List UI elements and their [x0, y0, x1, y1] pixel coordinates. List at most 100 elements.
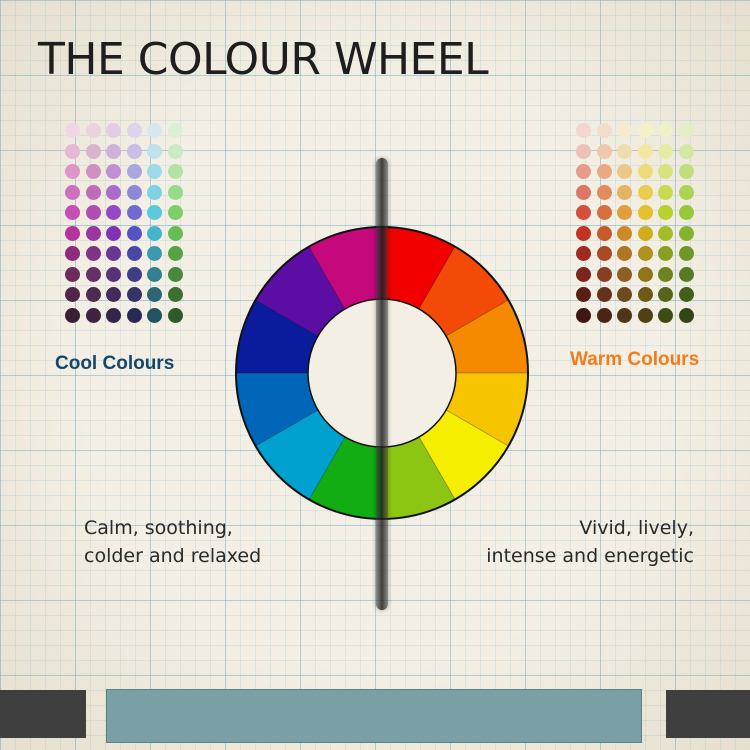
cool-swatch: [126, 225, 142, 241]
cool-swatch: [126, 307, 142, 323]
warm-swatch: [596, 287, 612, 302]
warm-swatch: [637, 143, 653, 159]
warm-swatch: [617, 225, 632, 241]
warm-swatch: [658, 184, 673, 200]
cool-swatch: [167, 123, 183, 138]
warm-swatch: [658, 246, 673, 261]
warm-swatch: [596, 225, 612, 241]
warm-cool-divider: [376, 158, 388, 610]
warm-swatch: [617, 164, 632, 179]
warm-swatch: [678, 205, 694, 220]
cool-swatch: [126, 205, 142, 220]
cool-swatch: [126, 164, 142, 179]
cool-swatch: [147, 225, 162, 241]
cool-swatch: [106, 184, 121, 200]
cool-swatch: [167, 225, 183, 241]
cool-swatch: [65, 266, 80, 282]
warm-swatch: [617, 307, 632, 323]
cool-swatch: [167, 184, 183, 200]
cool-swatch: [106, 123, 121, 138]
cool-swatch: [85, 246, 101, 261]
warm-swatch: [617, 143, 632, 159]
warm-description-line2: intense and energetic: [486, 545, 694, 567]
cool-swatch: [85, 307, 101, 323]
cool-swatch: [167, 287, 183, 302]
warm-swatch: [596, 184, 612, 200]
cool-swatch: [85, 287, 101, 302]
cool-swatch: [65, 307, 80, 323]
warm-swatch: [576, 225, 591, 241]
cool-swatch: [126, 287, 142, 302]
warm-swatch: [596, 143, 612, 159]
cool-swatch: [65, 164, 80, 179]
footer-bar-right: [666, 690, 750, 738]
cool-swatch: [147, 184, 162, 200]
cool-swatch: [147, 246, 162, 261]
warm-swatch: [576, 143, 591, 159]
warm-swatch: [596, 164, 612, 179]
warm-swatch: [658, 266, 673, 282]
warm-swatch: [637, 246, 653, 261]
cool-swatch: [85, 143, 101, 159]
warm-swatch: [576, 205, 591, 220]
warm-swatch: [658, 164, 673, 179]
cool-swatch: [106, 143, 121, 159]
warm-swatch: [576, 164, 591, 179]
warm-swatch: [576, 246, 591, 261]
cool-swatch: [167, 143, 183, 159]
cool-swatch: [147, 143, 162, 159]
footer-bar-left: [0, 690, 86, 738]
warm-swatch: [658, 205, 673, 220]
cool-swatch: [85, 123, 101, 138]
cool-swatch: [106, 266, 121, 282]
warm-swatch: [617, 266, 632, 282]
warm-swatch: [658, 123, 673, 138]
warm-swatch: [637, 266, 653, 282]
warm-swatch: [637, 225, 653, 241]
cool-swatch: [126, 123, 142, 138]
warm-colours-label: Warm Colours: [570, 349, 700, 370]
warm-swatch: [637, 123, 653, 138]
cool-swatch: [106, 287, 121, 302]
warm-description: Vivid, lively, intense and energetic: [462, 514, 694, 570]
warm-swatch: [596, 205, 612, 220]
warm-swatch: [617, 287, 632, 302]
cool-swatch: [147, 266, 162, 282]
cool-swatch: [126, 143, 142, 159]
warm-swatch: [576, 123, 591, 138]
warm-swatch: [658, 225, 673, 241]
warm-swatch: [637, 184, 653, 200]
warm-swatch: [678, 225, 694, 241]
cool-swatch: [85, 205, 101, 220]
cool-swatch: [167, 205, 183, 220]
cool-swatch: [85, 184, 101, 200]
cool-swatch: [167, 266, 183, 282]
warm-swatch: [658, 307, 673, 323]
warm-swatch: [658, 143, 673, 159]
cool-swatch: [106, 205, 121, 220]
cool-swatch: [167, 246, 183, 261]
cool-swatch: [167, 164, 183, 179]
cool-description-line2: colder and relaxed: [84, 545, 262, 567]
cool-swatch: [106, 246, 121, 261]
warm-swatch: [678, 164, 694, 179]
cool-swatch: [65, 287, 80, 302]
cool-swatch: [65, 184, 80, 200]
page-title: THE COLOUR WHEEL: [38, 34, 489, 85]
warm-swatch: [617, 123, 632, 138]
cool-swatch: [106, 307, 121, 323]
warm-swatch: [576, 266, 591, 282]
cool-swatch: [65, 205, 80, 220]
warm-swatch: [678, 184, 694, 200]
warm-swatch: [658, 287, 673, 302]
cool-swatch: [126, 266, 142, 282]
warm-swatch: [637, 287, 653, 302]
cool-swatch: [85, 266, 101, 282]
cool-swatch: [126, 184, 142, 200]
cool-swatch: [65, 246, 80, 261]
cool-swatch: [147, 205, 162, 220]
warm-swatch: [678, 246, 694, 261]
warm-swatch: [617, 205, 632, 220]
warm-swatch: [678, 143, 694, 159]
cool-swatch: [106, 164, 121, 179]
